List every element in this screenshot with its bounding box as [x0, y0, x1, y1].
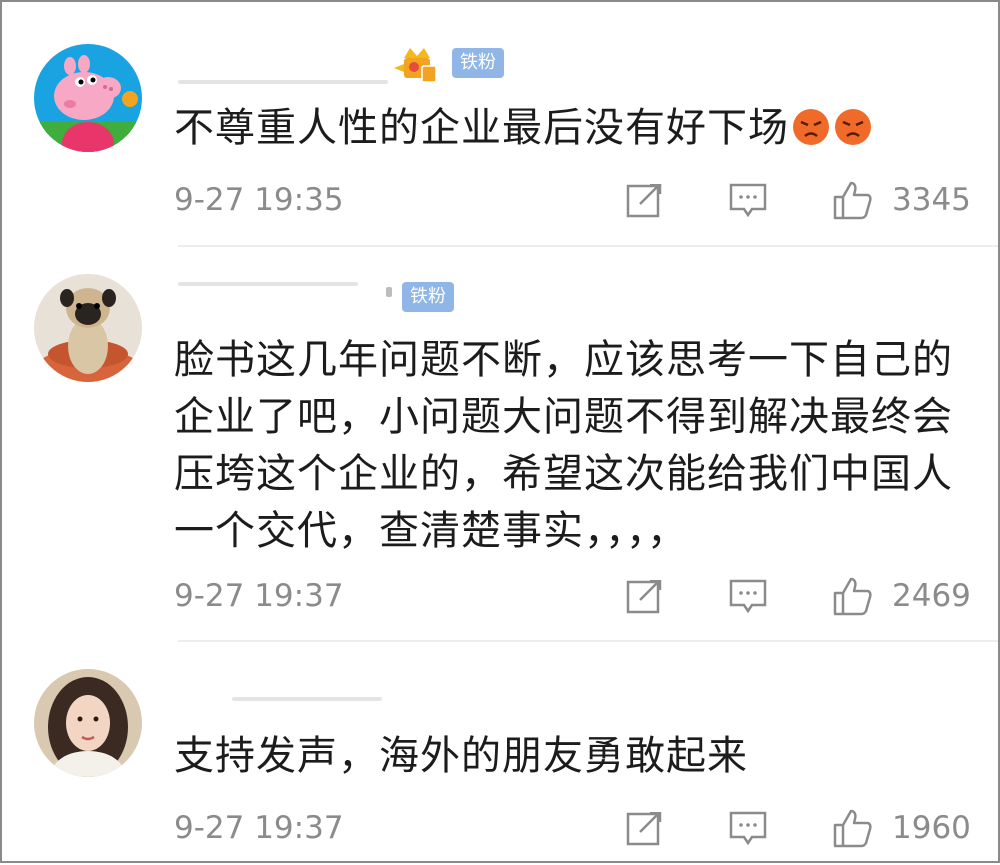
- like-count: 2469: [892, 578, 971, 614]
- timestamp: 9-27 19:37: [174, 578, 344, 614]
- share-icon[interactable]: [624, 808, 664, 848]
- thumbs-up-icon[interactable]: [832, 180, 872, 220]
- comment-meta: 9-27 19:37 1960: [174, 806, 974, 850]
- comment-meta: 9-27 19:35 3345: [174, 178, 974, 222]
- share-icon[interactable]: [624, 576, 664, 616]
- fan-badge: 铁粉: [402, 282, 454, 312]
- comment-text: 脸书这几年问题不断，应该思考一下自己的企业了吧，小问题大问题不得到解决最终会压垮…: [174, 332, 974, 560]
- like-count: 1960: [892, 810, 971, 846]
- comment-text: 不尊重人性的企业最后没有好下场: [174, 100, 974, 157]
- angry-emoji: [793, 109, 829, 145]
- comment-text-body: 脸书这几年问题不断，应该思考一下自己的企业了吧，小问题大问题不得到解决最终会压垮…: [174, 337, 953, 554]
- timestamp: 9-27 19:37: [174, 810, 344, 846]
- thumbs-up-icon[interactable]: [832, 576, 872, 616]
- pug-avatar-image: [34, 274, 142, 382]
- comment-text: 支持发声，海外的朋友勇敢起来: [174, 728, 974, 785]
- comment-meta: 9-27 19:37 2469: [174, 574, 974, 618]
- comment-icon[interactable]: [728, 808, 768, 848]
- comment-icon[interactable]: [728, 576, 768, 616]
- comment-item: 支持发声，海外的朋友勇敢起来 9-27 19:37 1960: [2, 642, 998, 865]
- avatar[interactable]: [34, 44, 142, 152]
- comment-item: 铁粉 脸书这几年问题不断，应该思考一下自己的企业了吧，小问题大问题不得到解决最终…: [2, 247, 998, 642]
- username-mark: [386, 287, 392, 297]
- fan-badge: 铁粉: [452, 48, 504, 78]
- like-count: 3345: [892, 182, 971, 218]
- timestamp: 9-27 19:35: [174, 182, 344, 218]
- avatar[interactable]: [34, 669, 142, 777]
- comment-text-body: 支持发声，海外的朋友勇敢起来: [174, 733, 748, 779]
- username[interactable]: [232, 697, 382, 701]
- thumbs-up-icon[interactable]: [832, 808, 872, 848]
- angry-emoji: [835, 109, 871, 145]
- avatar[interactable]: [34, 274, 142, 382]
- peppa-avatar-image: [34, 44, 142, 152]
- comment-text-body: 不尊重人性的企业最后没有好下场: [174, 105, 789, 151]
- portrait-avatar-image: [34, 669, 142, 777]
- share-icon[interactable]: [624, 180, 664, 220]
- comment-icon[interactable]: [728, 180, 768, 220]
- username[interactable]: [178, 80, 388, 84]
- username[interactable]: [178, 282, 358, 286]
- crown-badge-icon: [394, 48, 437, 83]
- comment-item: 铁粉 不尊重人性的企业最后没有好下场 9-27 19:35 3345: [2, 2, 998, 247]
